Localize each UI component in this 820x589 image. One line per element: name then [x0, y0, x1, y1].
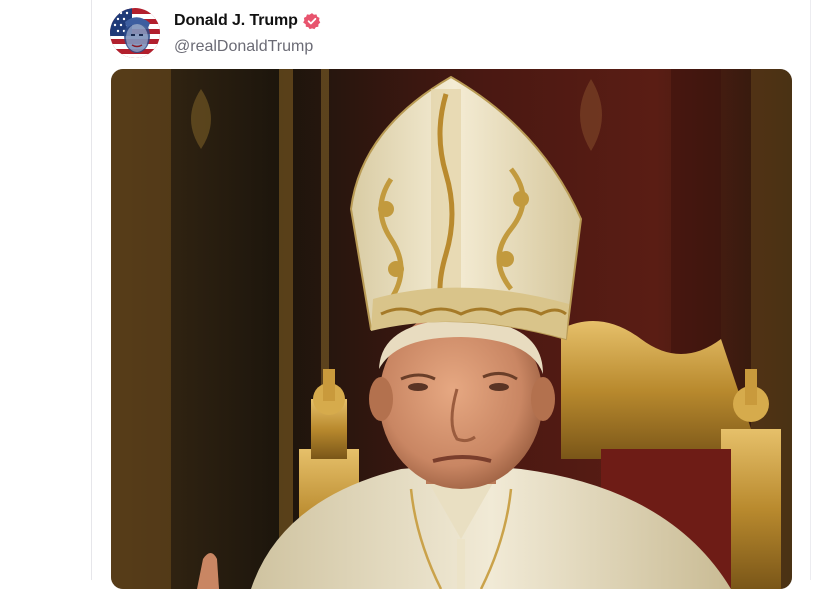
post-media-image[interactable] [111, 69, 792, 589]
right-divider [810, 0, 811, 580]
author-handle[interactable]: @realDonaldTrump [174, 38, 313, 56]
author-name-row: Donald J. Trump [174, 12, 321, 30]
avatar-american-flag-portrait-icon [110, 8, 160, 58]
papal-portrait-image-icon [111, 69, 792, 589]
author-avatar[interactable] [110, 8, 160, 58]
verified-badge-icon [303, 12, 321, 30]
author-display-name[interactable]: Donald J. Trump [174, 12, 298, 30]
post-card: Donald J. Trump @realDonaldTrump [92, 0, 810, 589]
